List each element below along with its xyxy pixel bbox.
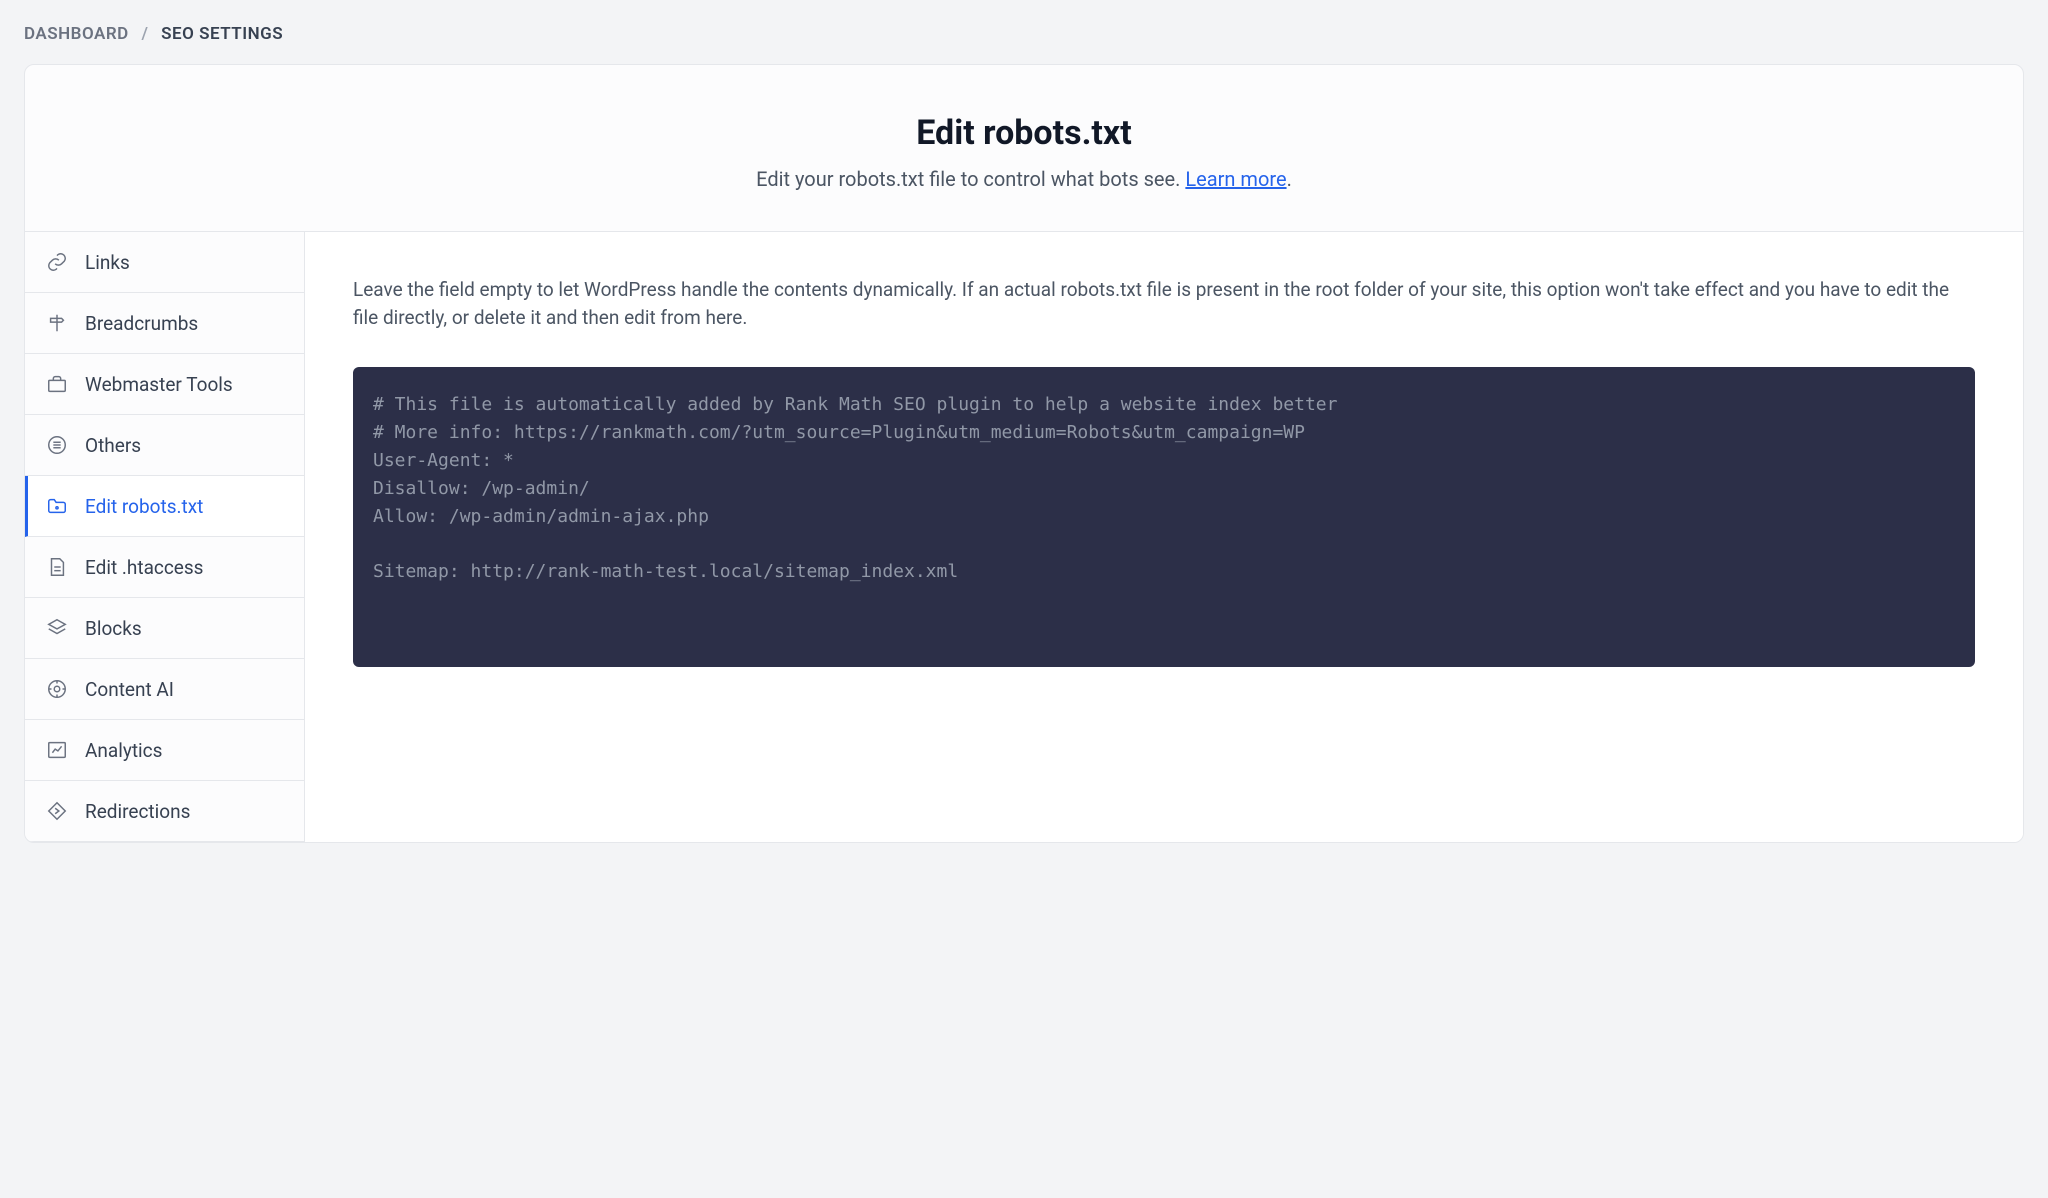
sidebar-item-edit-robots[interactable]: Edit robots.txt — [25, 476, 304, 537]
sidebar-item-edit-htaccess[interactable]: Edit .htaccess — [25, 537, 304, 598]
subtitle-text-after: . — [1287, 167, 1292, 191]
learn-more-link[interactable]: Learn more — [1185, 167, 1286, 191]
sidebar-item-content-ai[interactable]: Content AI — [25, 659, 304, 720]
settings-panel: Edit robots.txt Edit your robots.txt fil… — [24, 64, 2024, 843]
sidebar-item-label: Others — [85, 434, 141, 457]
robots-txt-editor[interactable]: # This file is automatically added by Ra… — [353, 367, 1975, 667]
sidebar-item-others[interactable]: Others — [25, 415, 304, 476]
sidebar-item-webmaster-tools[interactable]: Webmaster Tools — [25, 354, 304, 415]
sidebar-item-label: Analytics — [85, 739, 162, 762]
sidebar-item-label: Content AI — [85, 678, 174, 701]
breadcrumb-root-link[interactable]: DASHBOARD — [24, 24, 129, 44]
subtitle-text: Edit your robots.txt file to control wha… — [756, 167, 1185, 191]
panel-body: Links Breadcrumbs Webmaster Tools Others — [25, 232, 2023, 842]
list-icon — [45, 433, 69, 457]
sidebar-item-label: Links — [85, 251, 130, 274]
breadcrumb-current: SEO SETTINGS — [161, 24, 283, 44]
layers-icon — [45, 616, 69, 640]
sidebar-item-blocks[interactable]: Blocks — [25, 598, 304, 659]
sidebar-item-analytics[interactable]: Analytics — [25, 720, 304, 781]
sidebar-item-label: Breadcrumbs — [85, 312, 198, 335]
folder-icon — [45, 494, 69, 518]
chart-icon — [45, 738, 69, 762]
ai-icon — [45, 677, 69, 701]
settings-sidebar: Links Breadcrumbs Webmaster Tools Others — [25, 232, 305, 842]
sidebar-item-breadcrumbs[interactable]: Breadcrumbs — [25, 293, 304, 354]
signpost-icon — [45, 311, 69, 335]
breadcrumb-separator: / — [141, 24, 148, 44]
sidebar-item-label: Redirections — [85, 800, 190, 823]
panel-header: Edit robots.txt Edit your robots.txt fil… — [25, 65, 2023, 232]
main-content: Leave the field empty to let WordPress h… — [305, 232, 2023, 842]
page-subtitle: Edit your robots.txt file to control wha… — [73, 167, 1975, 191]
sidebar-item-label: Webmaster Tools — [85, 373, 233, 396]
sidebar-item-redirections[interactable]: Redirections — [25, 781, 304, 842]
redirect-icon — [45, 799, 69, 823]
sidebar-item-label: Edit robots.txt — [85, 495, 203, 518]
file-text-icon — [45, 555, 69, 579]
helper-text: Leave the field empty to let WordPress h… — [353, 276, 1975, 331]
briefcase-icon — [45, 372, 69, 396]
page-title: Edit robots.txt — [73, 113, 1975, 153]
link-icon — [45, 250, 69, 274]
sidebar-item-label: Blocks — [85, 617, 142, 640]
sidebar-item-label: Edit .htaccess — [85, 556, 204, 579]
breadcrumb: DASHBOARD / SEO SETTINGS — [0, 0, 2048, 56]
sidebar-item-links[interactable]: Links — [25, 232, 304, 293]
